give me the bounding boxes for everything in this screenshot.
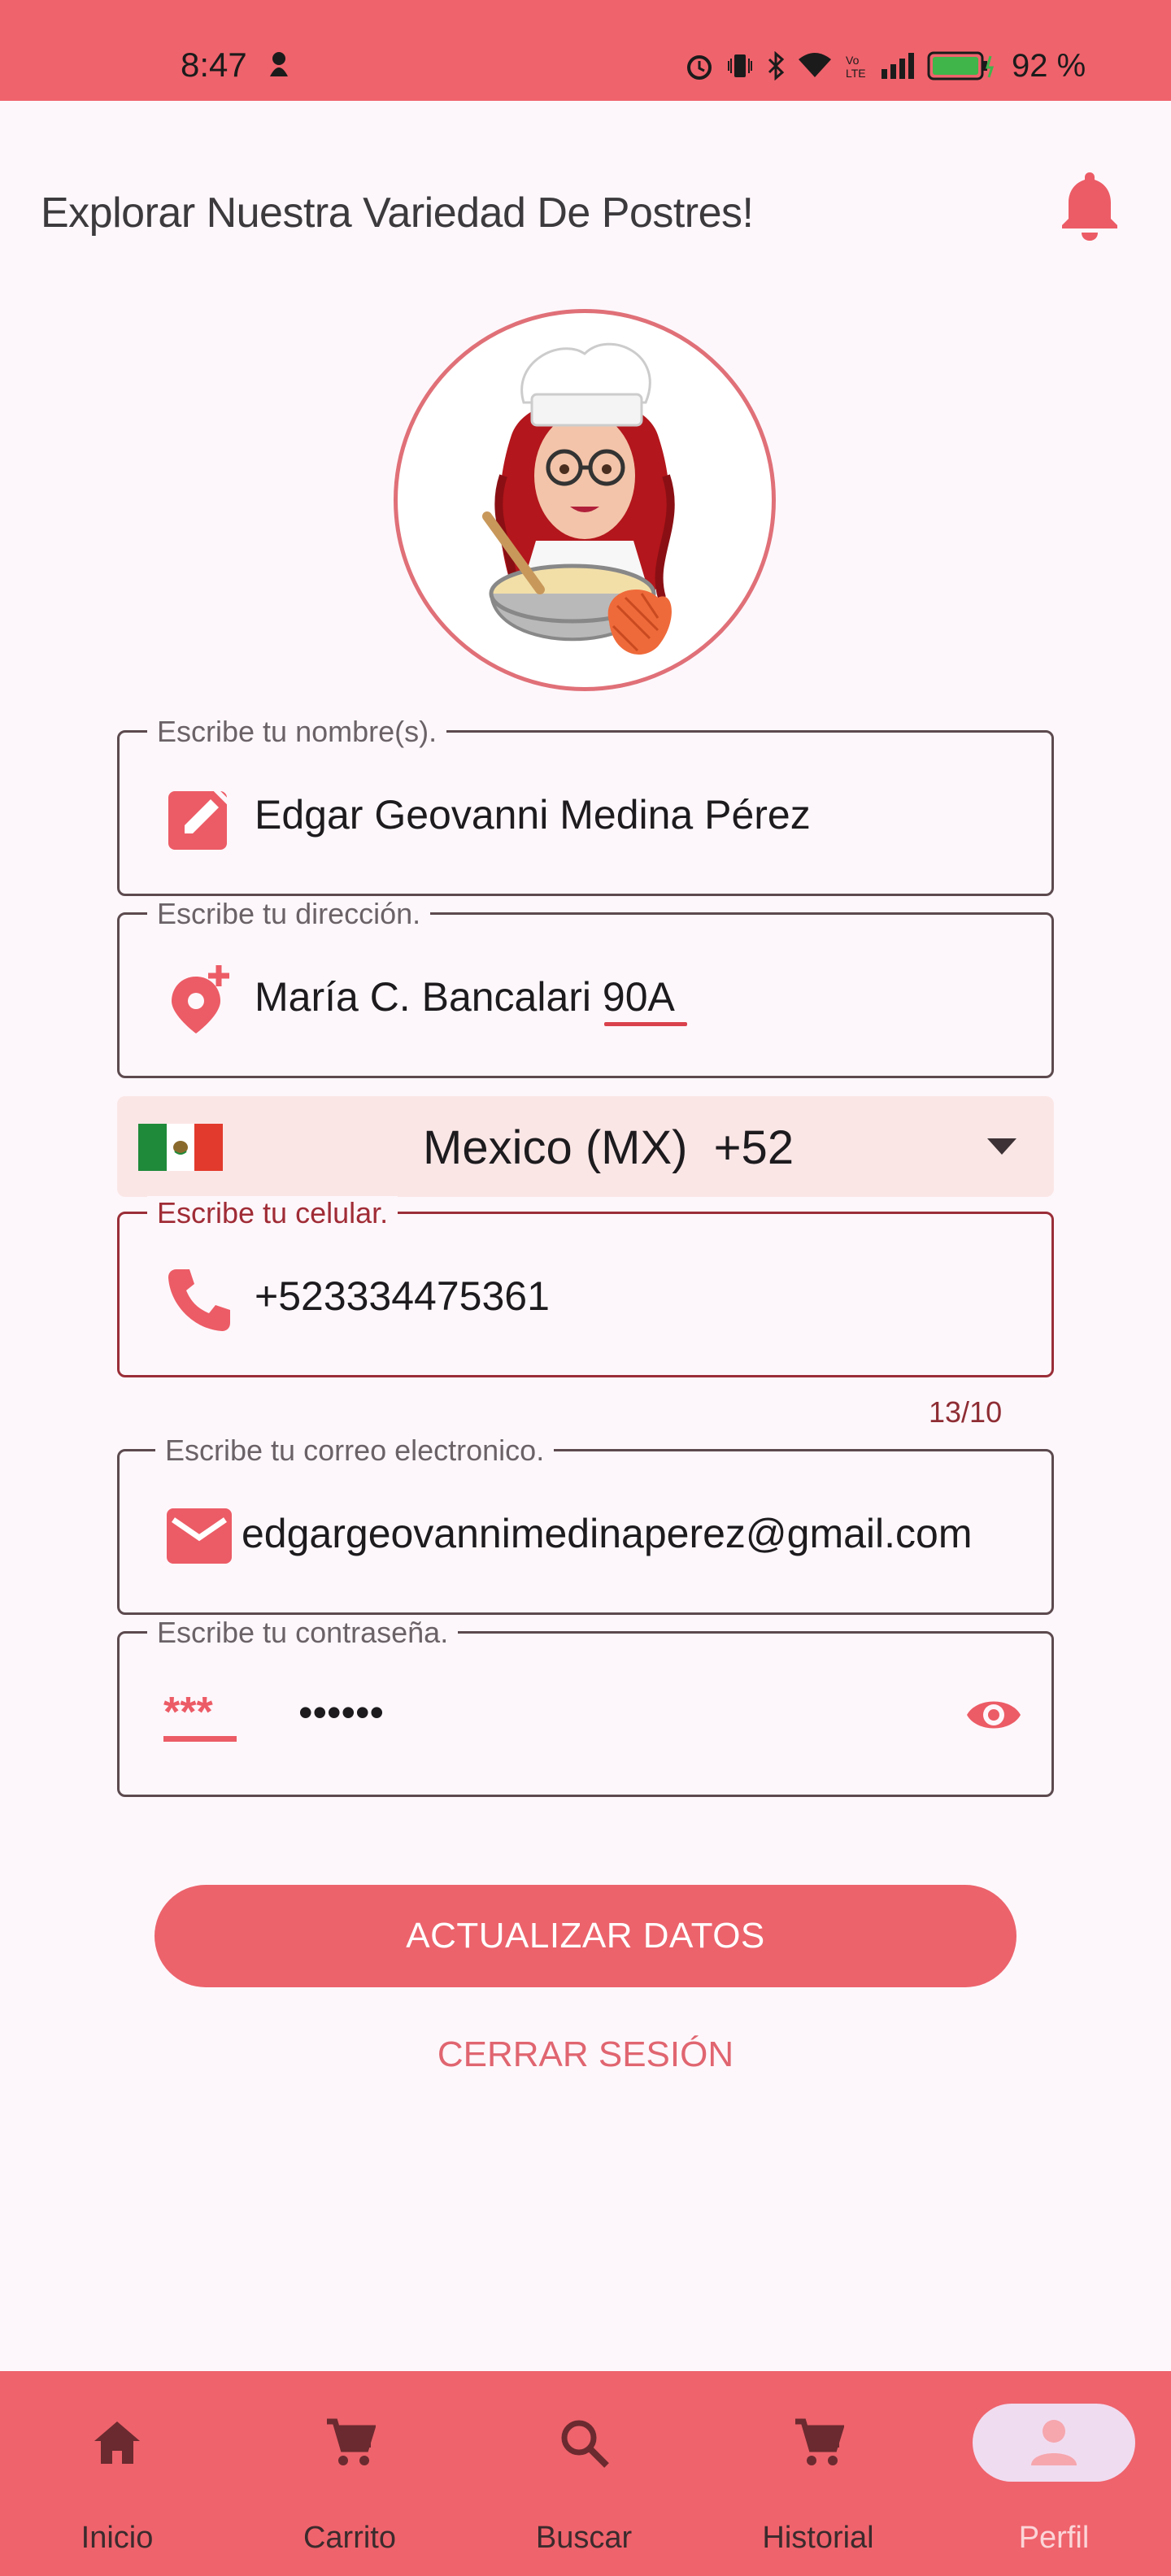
eye-icon[interactable] — [965, 1692, 1022, 1738]
battery-icon — [927, 51, 995, 80]
page-title: Explorar Nuestra Variedad De Postres! — [41, 189, 754, 237]
home-icon — [94, 2422, 140, 2464]
status-time: 8:47 — [181, 46, 247, 84]
wifi-icon — [799, 53, 831, 77]
name-field-label: Escribe tu nombre(s). — [147, 715, 447, 749]
nav-item-carrito[interactable]: Carrito — [233, 2371, 467, 2576]
edit-icon — [168, 784, 233, 850]
cart-icon — [795, 2418, 844, 2465]
password-field[interactable]: Escribe tu contraseña. *** •••••• — [117, 1616, 1054, 1797]
phone-field[interactable]: Escribe tu celular. +523334475361 — [117, 1196, 1054, 1377]
update-data-button[interactable]: ACTUALIZAR DATOS — [155, 1885, 1016, 1987]
address-input[interactable]: María C. Bancalari 90A — [255, 973, 675, 1020]
nav-label-buscar: Buscar — [535, 2521, 633, 2555]
cart-icon — [327, 2418, 376, 2465]
nav-label-historial: Historial — [762, 2521, 874, 2555]
email-input[interactable]: edgargeovannimedinaperez@gmail.com — [242, 1510, 973, 1557]
mail-icon — [167, 1508, 232, 1564]
address-field[interactable]: Escribe tu dirección. María C. Bancalari… — [117, 897, 1054, 1078]
nav-item-buscar[interactable]: Buscar — [467, 2371, 701, 2576]
chef-avatar — [482, 342, 675, 655]
phone-input[interactable]: +523334475361 — [255, 1273, 550, 1320]
phone-char-counter: 13/10 — [929, 1395, 1003, 1429]
nav-item-perfil[interactable]: Perfil — [937, 2371, 1171, 2576]
bell-icon[interactable] — [1057, 168, 1122, 241]
country-picker[interactable]: Mexico (MX) +52 — [117, 1096, 1054, 1197]
status-bar: 8:47 Vo LTE 92 % — [0, 0, 1171, 101]
name-field[interactable]: Escribe tu nombre(s). Edgar Geovanni Med… — [117, 715, 1054, 896]
nav-label-inicio: Inicio — [81, 2521, 154, 2555]
nav-item-inicio[interactable]: Inicio — [0, 2371, 234, 2576]
svg-text:Vo: Vo — [846, 54, 860, 67]
vibrate-icon — [728, 54, 752, 77]
logout-button[interactable]: CERRAR SESIÓN — [358, 2034, 813, 2075]
add-location-icon — [172, 965, 229, 1033]
password-input[interactable]: •••••• — [298, 1689, 384, 1736]
address-field-label: Escribe tu dirección. — [147, 897, 431, 931]
notification-icon — [270, 52, 288, 76]
signal-icon — [882, 53, 914, 79]
password-field-label: Escribe tu contraseña. — [147, 1616, 459, 1650]
person-icon — [1031, 2420, 1077, 2465]
mexico-flag — [138, 1124, 224, 1171]
nav-item-historial[interactable]: Historial — [701, 2371, 935, 2576]
bottom-nav: Inicio Carrito Buscar Historial Perfil — [0, 2371, 1171, 2576]
nav-label-carrito: Carrito — [303, 2521, 397, 2555]
volte-icon: VoLTE — [846, 54, 866, 80]
phone-icon — [168, 1269, 230, 1331]
email-field[interactable]: Escribe tu correo electronico. edgargeov… — [117, 1434, 1054, 1615]
country-value: Mexico (MX) +52 — [423, 1121, 794, 1174]
search-icon — [561, 2420, 609, 2468]
nav-label-perfil: Perfil — [1018, 2521, 1090, 2555]
email-field-label: Escribe tu correo electronico. — [155, 1434, 555, 1468]
phone-field-label: Escribe tu celular. — [147, 1196, 398, 1230]
password-icon: *** — [163, 1690, 237, 1742]
avatar[interactable] — [394, 309, 776, 691]
status-icons: Vo LTE 92 % — [685, 47, 1086, 85]
svg-text:LTE: LTE — [846, 67, 866, 80]
svg-text:***: *** — [163, 1690, 213, 1736]
name-input[interactable]: Edgar Geovanni Medina Pérez — [255, 791, 811, 838]
alarm-icon — [687, 55, 712, 80]
chevron-down-icon[interactable] — [986, 1137, 1018, 1156]
battery-percent: 92 % — [1012, 47, 1086, 84]
spellcheck-underline — [604, 1022, 687, 1026]
bluetooth-icon — [768, 51, 785, 80]
